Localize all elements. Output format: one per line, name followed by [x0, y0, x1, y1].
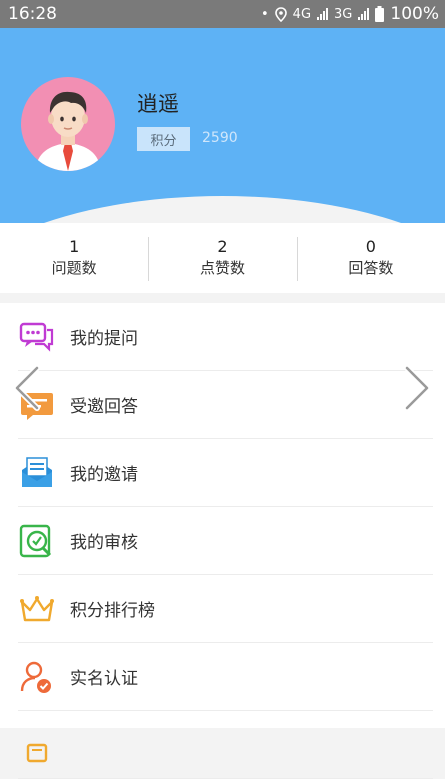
signal-icon [317, 8, 329, 20]
battery-percent: 100% [390, 4, 439, 24]
status-icons: • 4G 3G 100% [261, 4, 439, 24]
menu-item-my-invitations[interactable]: 我的邀请 [18, 439, 433, 507]
chevron-left-icon[interactable] [10, 365, 44, 411]
status-time: 16:28 [8, 4, 57, 24]
review-icon [18, 522, 56, 560]
gift-icon [18, 726, 56, 764]
network-3g-label: 3G [334, 6, 353, 22]
stat-label: 问题数 [51, 259, 97, 277]
menu-label: 积分排行榜 [70, 601, 155, 621]
points-badge: 积分 [137, 127, 190, 151]
menu-label: 我的邀请 [70, 465, 138, 485]
signal-icon-2 [358, 8, 370, 20]
stats-bar: 1 问题数 2 点赞数 0 回答数 [0, 223, 445, 293]
stat-value: 1 [69, 237, 80, 256]
menu-label: 我的提问 [70, 329, 138, 349]
stat-value: 0 [365, 237, 376, 256]
battery-icon [375, 6, 385, 22]
menu-item-partial[interactable] [18, 711, 433, 779]
network-4g-label: 4G [292, 6, 312, 22]
location-icon [274, 6, 287, 22]
user-name: 逍遥 [137, 92, 179, 116]
stat-answers[interactable]: 0 回答数 [296, 223, 445, 293]
status-bar: 16:28 • 4G 3G 100% [0, 0, 445, 28]
stat-likes[interactable]: 2 点赞数 [148, 223, 296, 293]
user-avatar-icon[interactable] [21, 77, 115, 171]
menu-label: 受邀回答 [70, 397, 138, 417]
stat-label: 点赞数 [199, 259, 245, 277]
menu-list: 我的提问 受邀回答 我的邀请 我的审核 积分排行榜 实名认证 [0, 303, 445, 779]
points-value: 2590 [202, 130, 238, 146]
menu-item-my-questions[interactable]: 我的提问 [18, 303, 433, 371]
crown-icon [18, 590, 56, 628]
menu-label: 实名认证 [70, 669, 138, 689]
stat-questions[interactable]: 1 问题数 [0, 223, 148, 293]
chevron-right-icon[interactable] [400, 365, 434, 411]
envelope-icon [18, 454, 56, 492]
menu-item-real-name-auth[interactable]: 实名认证 [18, 643, 433, 711]
header-curve [0, 196, 445, 223]
stat-value: 2 [217, 237, 228, 256]
notification-dot-icon: • [261, 6, 269, 22]
verified-user-icon [18, 658, 56, 696]
menu-item-points-ranking[interactable]: 积分排行榜 [18, 575, 433, 643]
menu-item-invited-answers[interactable]: 受邀回答 [18, 371, 433, 439]
stat-label: 回答数 [348, 259, 394, 277]
chat-bubbles-icon [18, 318, 56, 356]
menu-item-my-review[interactable]: 我的审核 [18, 507, 433, 575]
menu-label: 我的审核 [70, 533, 138, 553]
